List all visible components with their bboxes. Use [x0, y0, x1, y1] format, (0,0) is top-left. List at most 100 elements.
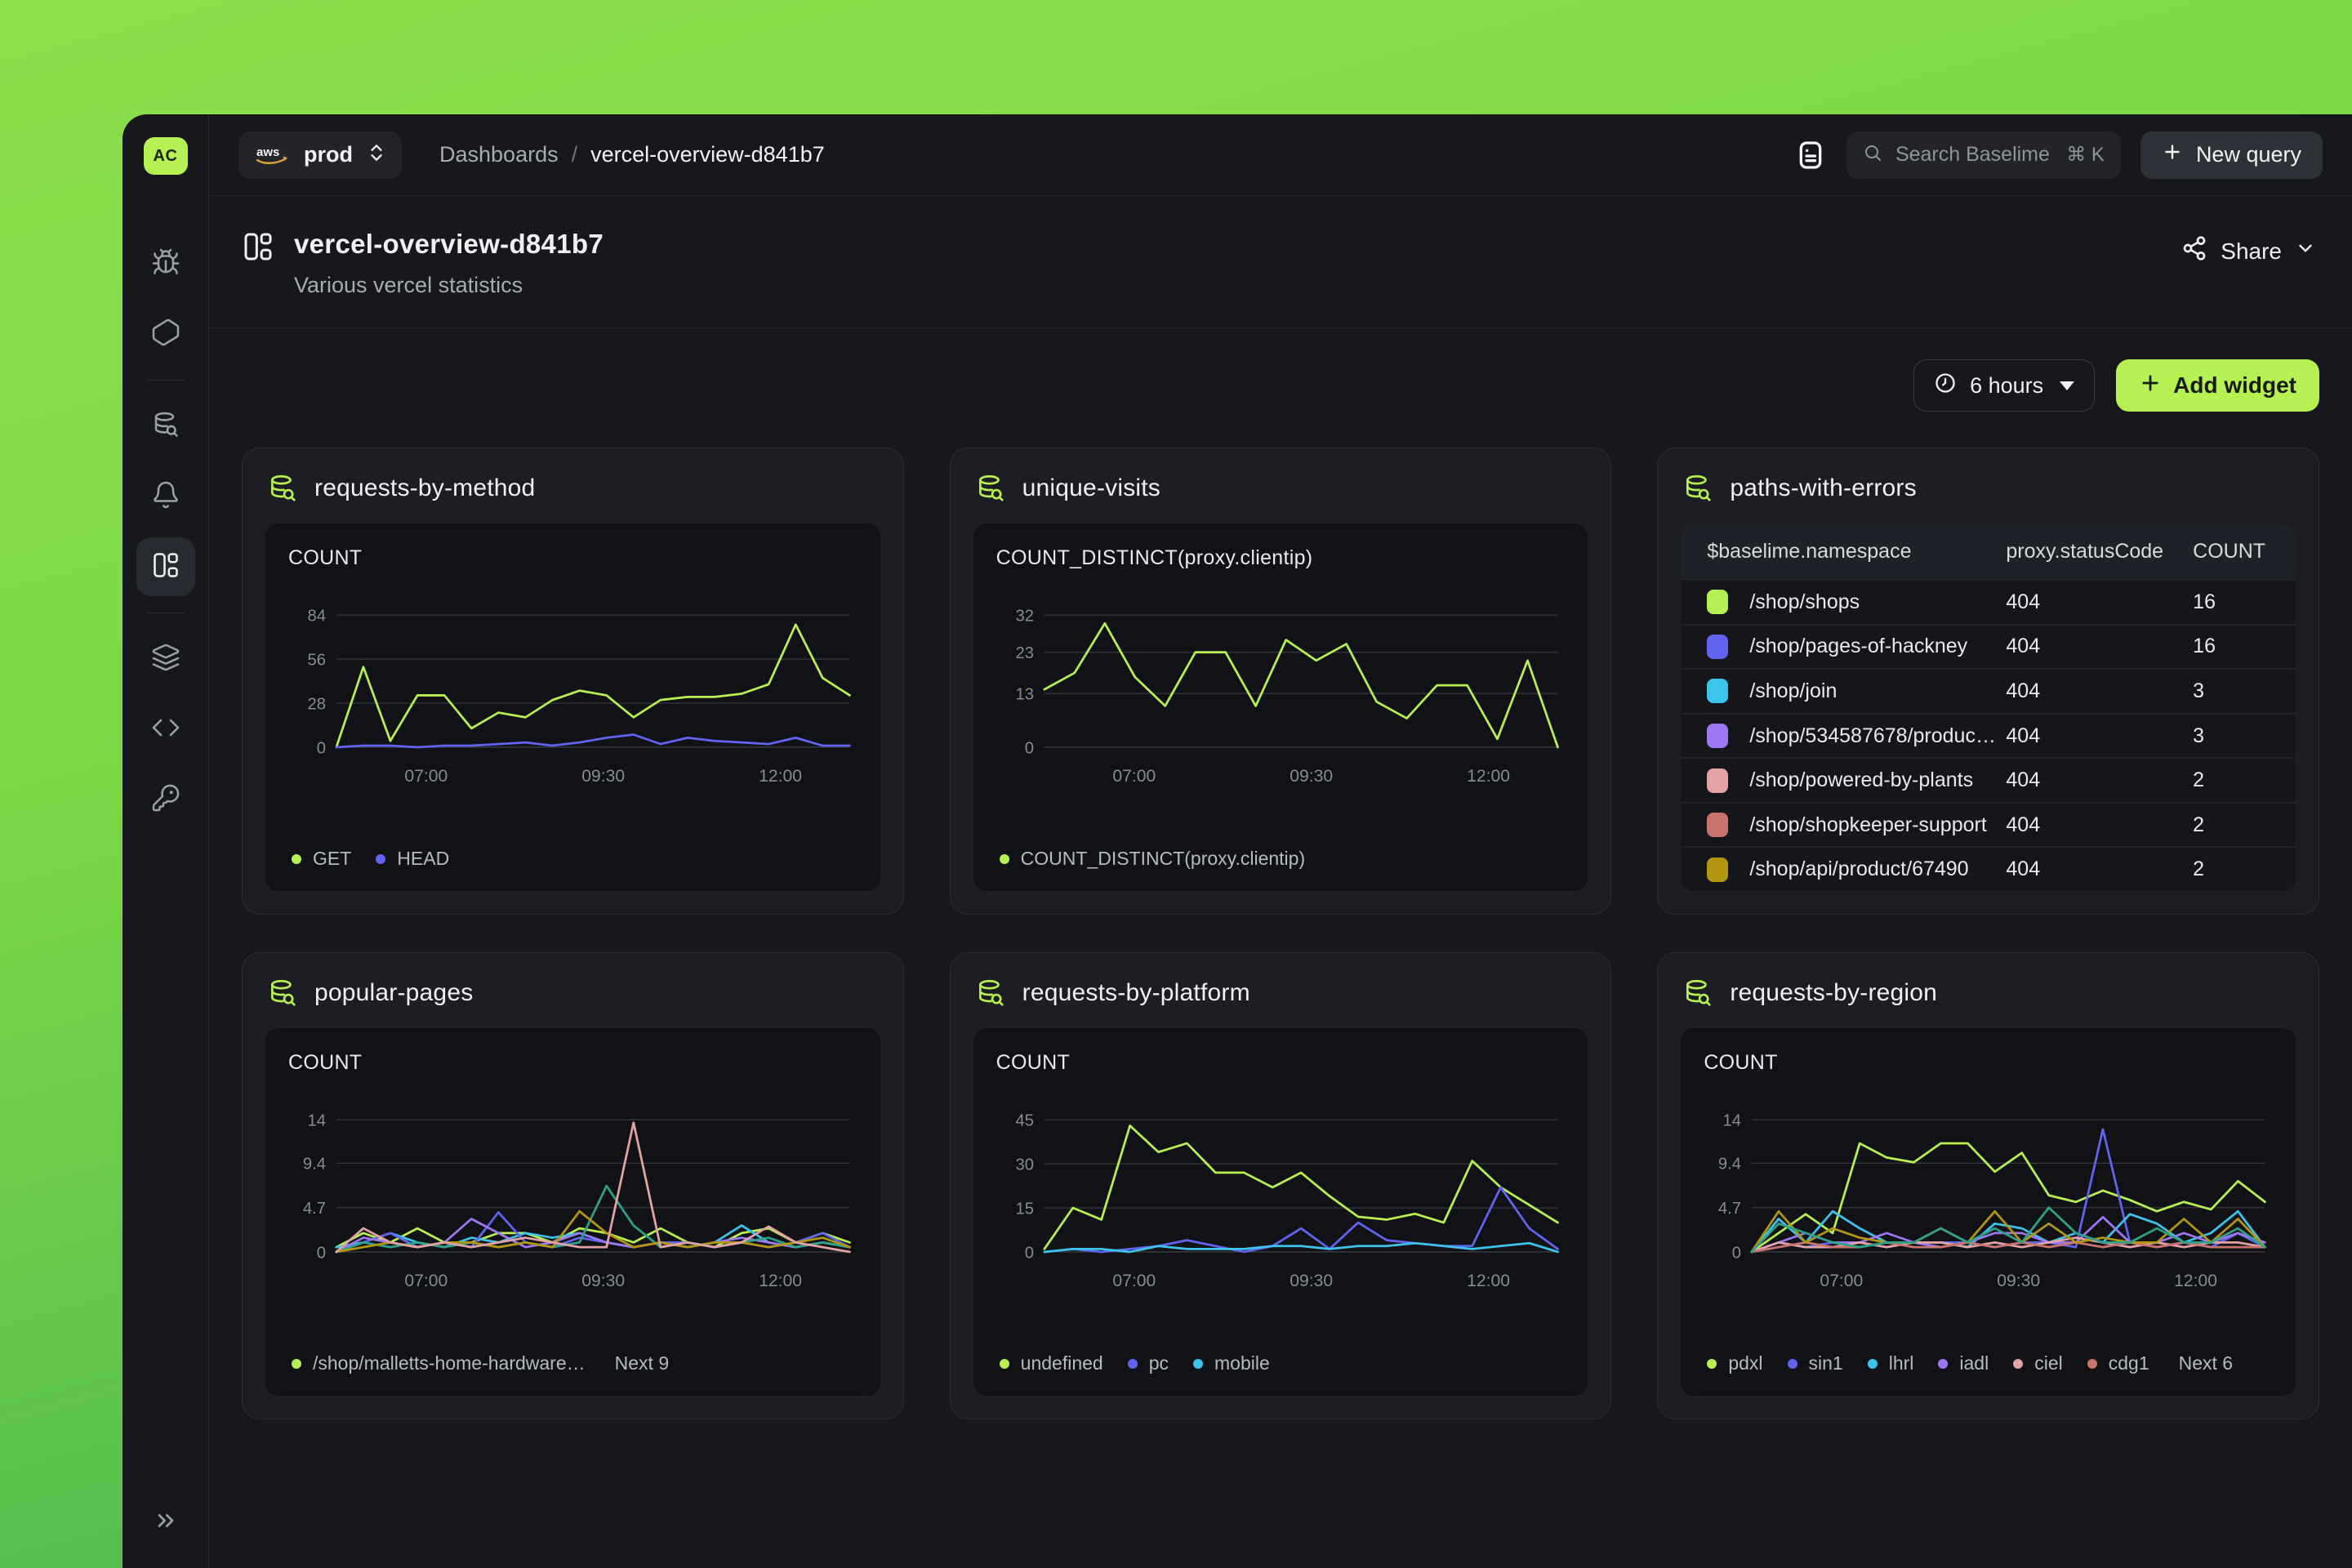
svg-text:09:30: 09:30 [581, 767, 625, 786]
legend-dot-icon [1128, 1359, 1138, 1369]
legend-item[interactable]: /shop/malletts-home-hardware… [292, 1352, 586, 1374]
plus-icon [2139, 372, 2162, 400]
legend-item[interactable]: iadl [1938, 1352, 1989, 1374]
svg-text:84: 84 [307, 608, 325, 626]
legend-item[interactable]: ciel [2013, 1352, 2063, 1374]
legend-item[interactable]: pc [1128, 1352, 1169, 1374]
double-chevron-right-icon [153, 1508, 179, 1538]
sidebar-item-queries[interactable] [136, 391, 195, 461]
share-icon [2181, 235, 2207, 267]
widget-card[interactable]: unique-visitsCOUNT_DISTINCT(proxy.client… [950, 448, 1612, 915]
legend-dot-icon [1707, 1359, 1717, 1369]
share-button[interactable]: Share [2181, 235, 2316, 267]
chart-legend: pdxl sin1 lhrl iadl ciel cdg1 Next 6 [1704, 1346, 2273, 1383]
environment-selector[interactable]: aws prod [238, 131, 402, 179]
svg-text:15: 15 [1015, 1200, 1033, 1218]
row-color-swatch [1707, 679, 1728, 703]
breadcrumb-section[interactable]: Dashboards [439, 142, 559, 167]
widget-title: requests-by-method [314, 474, 535, 502]
query-database-icon [1682, 473, 1713, 504]
add-widget-label: Add widget [2173, 372, 2296, 399]
legend-item[interactable]: COUNT_DISTINCT(proxy.clientip) [1000, 848, 1305, 870]
sidebar-item-dashboards[interactable] [136, 537, 195, 596]
page-title: vercel-overview-d841b7 [294, 229, 604, 260]
widget-card[interactable]: popular-pages COUNT149.44.7007:0009:3012:… [242, 952, 904, 1419]
chart-legend: undefined pc mobile [996, 1346, 1566, 1383]
query-database-icon [975, 978, 1006, 1009]
table-row[interactable]: /shop/api/product/674904042 [1681, 846, 2296, 891]
legend-item[interactable]: lhrl [1868, 1352, 1914, 1374]
status-code-cell: 404 [2006, 679, 2193, 703]
table-row[interactable]: /shop/pages-of-hackney40416 [1681, 624, 2296, 669]
svg-text:0: 0 [1024, 1244, 1033, 1262]
status-code-cell: 404 [2006, 768, 2193, 792]
widget-card[interactable]: requests-by-methodCOUNT845628007:0009:30… [242, 448, 904, 915]
legend-item[interactable]: undefined [1000, 1352, 1103, 1374]
search-input[interactable] [1895, 143, 2053, 167]
svg-text:4.7: 4.7 [303, 1200, 326, 1218]
widget-header: paths-with-errors [1682, 473, 2294, 504]
new-query-button[interactable]: New query [2140, 131, 2323, 179]
svg-text:0: 0 [1024, 739, 1033, 757]
namespace-cell: /shop/join [1749, 679, 1846, 703]
sidebar-item-layers[interactable] [136, 624, 195, 694]
legend-overflow[interactable]: Next 9 [615, 1352, 669, 1374]
column-header-namespace[interactable]: $baselime.namespace [1681, 540, 2006, 564]
sidebar-item-keys[interactable] [136, 764, 195, 835]
chart-panel: COUNT453015007:0009:3012:00undefinedpcmo… [973, 1028, 1588, 1396]
sidebar-item-code[interactable] [136, 694, 195, 764]
chart-panel: COUNT845628007:0009:3012:00GETHEAD [265, 523, 880, 891]
breadcrumb: Dashboards / vercel-overview-d841b7 [439, 142, 825, 167]
main-area: aws prod Dashboards / vercel-overview-d8… [209, 114, 2352, 1568]
legend-item[interactable]: cdg1 [2087, 1352, 2149, 1374]
count-cell: 3 [2193, 724, 2296, 748]
count-cell: 2 [2193, 858, 2296, 881]
column-header-count[interactable]: COUNT [2193, 540, 2296, 564]
table-row[interactable]: /shop/534587678/product…4043 [1681, 713, 2296, 758]
table-row[interactable]: /shop/join4043 [1681, 668, 2296, 713]
topbar: aws prod Dashboards / vercel-overview-d8… [209, 114, 2352, 196]
widget-title: requests-by-platform [1022, 979, 1250, 1007]
breadcrumb-separator: / [572, 142, 578, 167]
widget-title: popular-pages [314, 979, 473, 1007]
chart-panel: COUNT149.44.7007:0009:3012:00pdxlsin1lhr… [1681, 1028, 2296, 1396]
legend-dot-icon [1000, 854, 1009, 864]
changelog-icon[interactable] [1794, 137, 1827, 173]
chart-panel: COUNT149.44.7007:0009:3012:00/shop/malle… [265, 1028, 880, 1396]
row-color-swatch [1707, 768, 1728, 793]
legend-item[interactable]: GET [292, 848, 351, 870]
sidebar-expand-button[interactable] [136, 1498, 195, 1547]
table-panel: $baselime.namespaceproxy.statusCodeCOUNT… [1681, 523, 2296, 891]
table-row[interactable]: /shop/powered-by-plants4042 [1681, 757, 2296, 802]
add-widget-button[interactable]: Add widget [2116, 359, 2319, 412]
svg-text:07:00: 07:00 [404, 767, 448, 786]
table-row[interactable]: /shop/shops40416 [1681, 579, 2296, 624]
namespace-cell: /shop/api/product/67490 [1749, 858, 1978, 881]
table-row[interactable]: /shop/shopkeeper-support4042 [1681, 802, 2296, 847]
chart-legend: /shop/malletts-home-hardware… Next 9 [288, 1346, 858, 1383]
legend-item[interactable]: pdxl [1707, 1352, 1762, 1374]
legend-overflow[interactable]: Next 6 [2179, 1352, 2233, 1374]
bell-icon [151, 480, 180, 514]
search-bar[interactable]: ⌘ K [1846, 131, 2121, 179]
legend-item[interactable]: sin1 [1788, 1352, 1843, 1374]
avatar[interactable]: AC [144, 137, 188, 175]
namespace-cell: /shop/shops [1749, 590, 1869, 614]
namespace-cell: /shop/powered-by-plants [1749, 768, 1983, 792]
legend-item[interactable]: mobile [1193, 1352, 1270, 1374]
svg-text:12:00: 12:00 [759, 1272, 802, 1290]
column-header-status[interactable]: proxy.statusCode [2006, 540, 2193, 564]
row-color-swatch [1707, 590, 1728, 614]
widget-title: paths-with-errors [1730, 474, 1916, 502]
legend-item[interactable]: HEAD [376, 848, 449, 870]
sidebar-item-errors[interactable] [136, 229, 195, 299]
widget-card[interactable]: paths-with-errors $baselime.namespaceprox… [1657, 448, 2319, 915]
cuboid-icon [151, 318, 180, 351]
widget-card[interactable]: requests-by-platformCOUNT453015007:0009:… [950, 952, 1612, 1419]
sidebar-item-alerts[interactable] [136, 461, 195, 532]
row-color-swatch [1707, 635, 1728, 659]
time-range-selector[interactable]: 6 hours [1913, 359, 2095, 412]
key-icon [151, 783, 180, 817]
widget-card[interactable]: requests-by-regionCOUNT149.44.7007:0009:… [1657, 952, 2319, 1419]
sidebar-item-services[interactable] [136, 299, 195, 369]
